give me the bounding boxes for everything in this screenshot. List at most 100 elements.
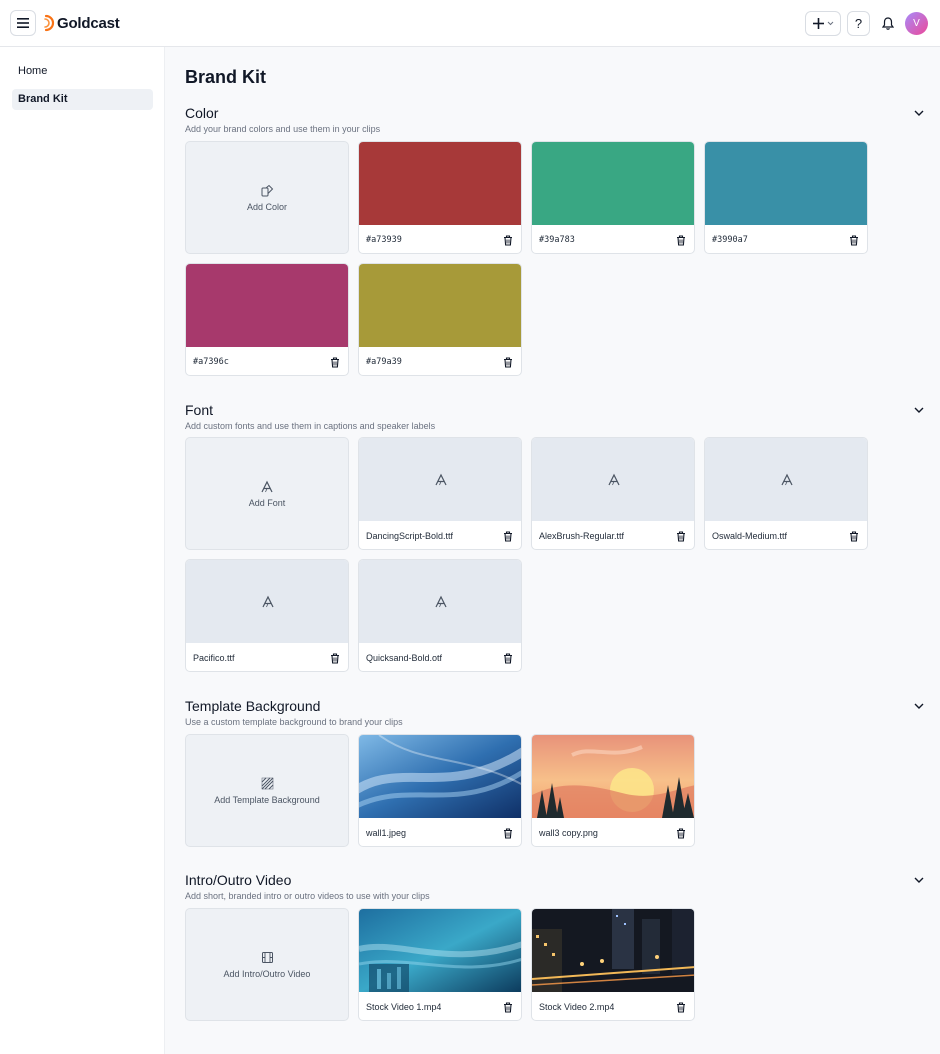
goldcast-logo[interactable]: Goldcast: [43, 13, 120, 33]
sidebar-item-home[interactable]: Home: [12, 61, 153, 82]
section-subtitle: Add your brand colors and use them in yo…: [185, 124, 381, 134]
font-glyph-icon: [435, 595, 447, 607]
color-hex: #a73939: [366, 235, 402, 245]
color-swatch: [705, 142, 867, 225]
video-thumbnail-image: [532, 909, 694, 992]
add-label: Add Template Background: [214, 794, 320, 805]
trash-icon[interactable]: [502, 530, 513, 542]
font-preview: [186, 560, 348, 643]
pattern-icon: [260, 777, 274, 791]
color-swatch: [359, 264, 521, 347]
video-thumbnail-image: [359, 909, 521, 992]
add-label: Add Color: [246, 201, 288, 212]
trash-icon[interactable]: [502, 1001, 513, 1013]
trash-icon[interactable]: [675, 530, 686, 542]
trash-icon[interactable]: [502, 234, 513, 246]
brand-name: Goldcast: [57, 14, 120, 32]
add-color-button[interactable]: Add Color: [185, 141, 349, 254]
color-card[interactable]: #a79a39: [358, 263, 522, 376]
help-icon: ?: [854, 16, 863, 31]
font-section: Font Add custom fonts and use them in ca…: [185, 402, 925, 682]
font-card[interactable]: DancingScript-Bold.ttf: [358, 437, 522, 550]
color-card[interactable]: #a73939: [358, 141, 522, 254]
font-glyph-icon: [262, 595, 274, 607]
bell-icon: [881, 17, 894, 30]
color-hex: #a79a39: [366, 357, 402, 367]
font-card[interactable]: Quicksand-Bold.otf: [358, 559, 522, 672]
background-card[interactable]: wall1.jpeg: [358, 734, 522, 847]
trash-icon[interactable]: [502, 827, 513, 839]
add-font-button[interactable]: Add Font: [185, 437, 349, 550]
chevron-down-icon[interactable]: [913, 700, 925, 712]
color-hex: #39a783: [539, 235, 575, 245]
font-file-name: Pacifico.ttf: [193, 653, 235, 663]
trash-icon[interactable]: [848, 530, 859, 542]
section-subtitle: Add custom fonts and use them in caption…: [185, 421, 436, 431]
trash-icon[interactable]: [502, 356, 513, 368]
background-file-name: wall1.jpeg: [366, 828, 407, 838]
add-intro-outro-video-button[interactable]: Add Intro/Outro Video: [185, 908, 349, 1021]
trash-icon[interactable]: [675, 827, 686, 839]
intro-outro-video-section: Intro/Outro Video Add short, branded int…: [185, 872, 925, 1032]
trash-icon[interactable]: [848, 234, 859, 246]
font-glyph-icon: [260, 480, 274, 494]
sidebar-item-brand-kit[interactable]: Brand Kit: [12, 89, 153, 110]
background-thumbnail-image: [359, 735, 521, 818]
color-swatch: [359, 142, 521, 225]
color-swatch: [186, 264, 348, 347]
background-file-name: wall3 copy.png: [539, 828, 598, 838]
create-new-button[interactable]: [805, 11, 841, 36]
color-card[interactable]: #a7396c: [185, 263, 349, 376]
color-hex: #a7396c: [193, 357, 229, 367]
video-file-name: Stock Video 2.mp4: [539, 1002, 615, 1012]
trash-icon[interactable]: [329, 652, 340, 664]
page-title: Brand Kit: [185, 67, 266, 87]
trash-icon[interactable]: [675, 234, 686, 246]
font-glyph-icon: [781, 473, 793, 485]
palette-icon: [260, 184, 274, 198]
film-icon: [260, 951, 274, 965]
add-template-background-button[interactable]: Add Template Background: [185, 734, 349, 847]
add-label: Add Intro/Outro Video: [223, 968, 311, 979]
video-card[interactable]: Stock Video 1.mp4: [358, 908, 522, 1021]
video-file-name: Stock Video 1.mp4: [366, 1002, 442, 1012]
user-avatar[interactable]: V: [905, 12, 928, 35]
trash-icon[interactable]: [329, 356, 340, 368]
avatar-initial: V: [913, 18, 920, 29]
chevron-down-icon[interactable]: [913, 874, 925, 886]
notifications-button[interactable]: [876, 11, 899, 36]
sidebar-item-label: Brand Kit: [18, 93, 68, 105]
top-bar: Goldcast ? V: [0, 0, 940, 47]
font-preview: [532, 438, 694, 521]
trash-icon[interactable]: [675, 1001, 686, 1013]
help-button[interactable]: ?: [847, 11, 870, 36]
hamburger-icon: [17, 18, 29, 28]
font-glyph-icon: [608, 473, 620, 485]
font-file-name: DancingScript-Bold.ttf: [366, 531, 454, 541]
main-content: Brand Kit Color Add your brand colors an…: [165, 47, 940, 1054]
video-card[interactable]: Stock Video 2.mp4: [531, 908, 695, 1021]
color-card[interactable]: #3990a7: [704, 141, 868, 254]
color-hex: #3990a7: [712, 235, 748, 245]
section-subtitle: Add short, branded intro or outro videos…: [185, 891, 430, 901]
sidebar-item-label: Home: [18, 65, 48, 77]
chevron-down-icon[interactable]: [913, 404, 925, 416]
section-title: Font: [185, 402, 214, 418]
add-label: Add Font: [248, 497, 286, 508]
section-title: Intro/Outro Video: [185, 872, 292, 888]
plus-icon: [812, 18, 824, 29]
trash-icon[interactable]: [502, 652, 513, 664]
font-card[interactable]: Oswald-Medium.ttf: [704, 437, 868, 550]
font-glyph-icon: [435, 473, 447, 485]
font-preview: [705, 438, 867, 521]
font-card[interactable]: Pacifico.ttf: [185, 559, 349, 672]
sidebar: Home Brand Kit: [0, 47, 165, 1054]
background-card[interactable]: wall3 copy.png: [531, 734, 695, 847]
font-file-name: Oswald-Medium.ttf: [712, 531, 788, 541]
chevron-down-icon[interactable]: [913, 107, 925, 119]
hamburger-menu-button[interactable]: [10, 10, 36, 36]
color-section: Color Add your brand colors and use them…: [185, 105, 925, 385]
font-card[interactable]: AlexBrush-Regular.ttf: [531, 437, 695, 550]
section-title: Template Background: [185, 698, 321, 714]
color-card[interactable]: #39a783: [531, 141, 695, 254]
